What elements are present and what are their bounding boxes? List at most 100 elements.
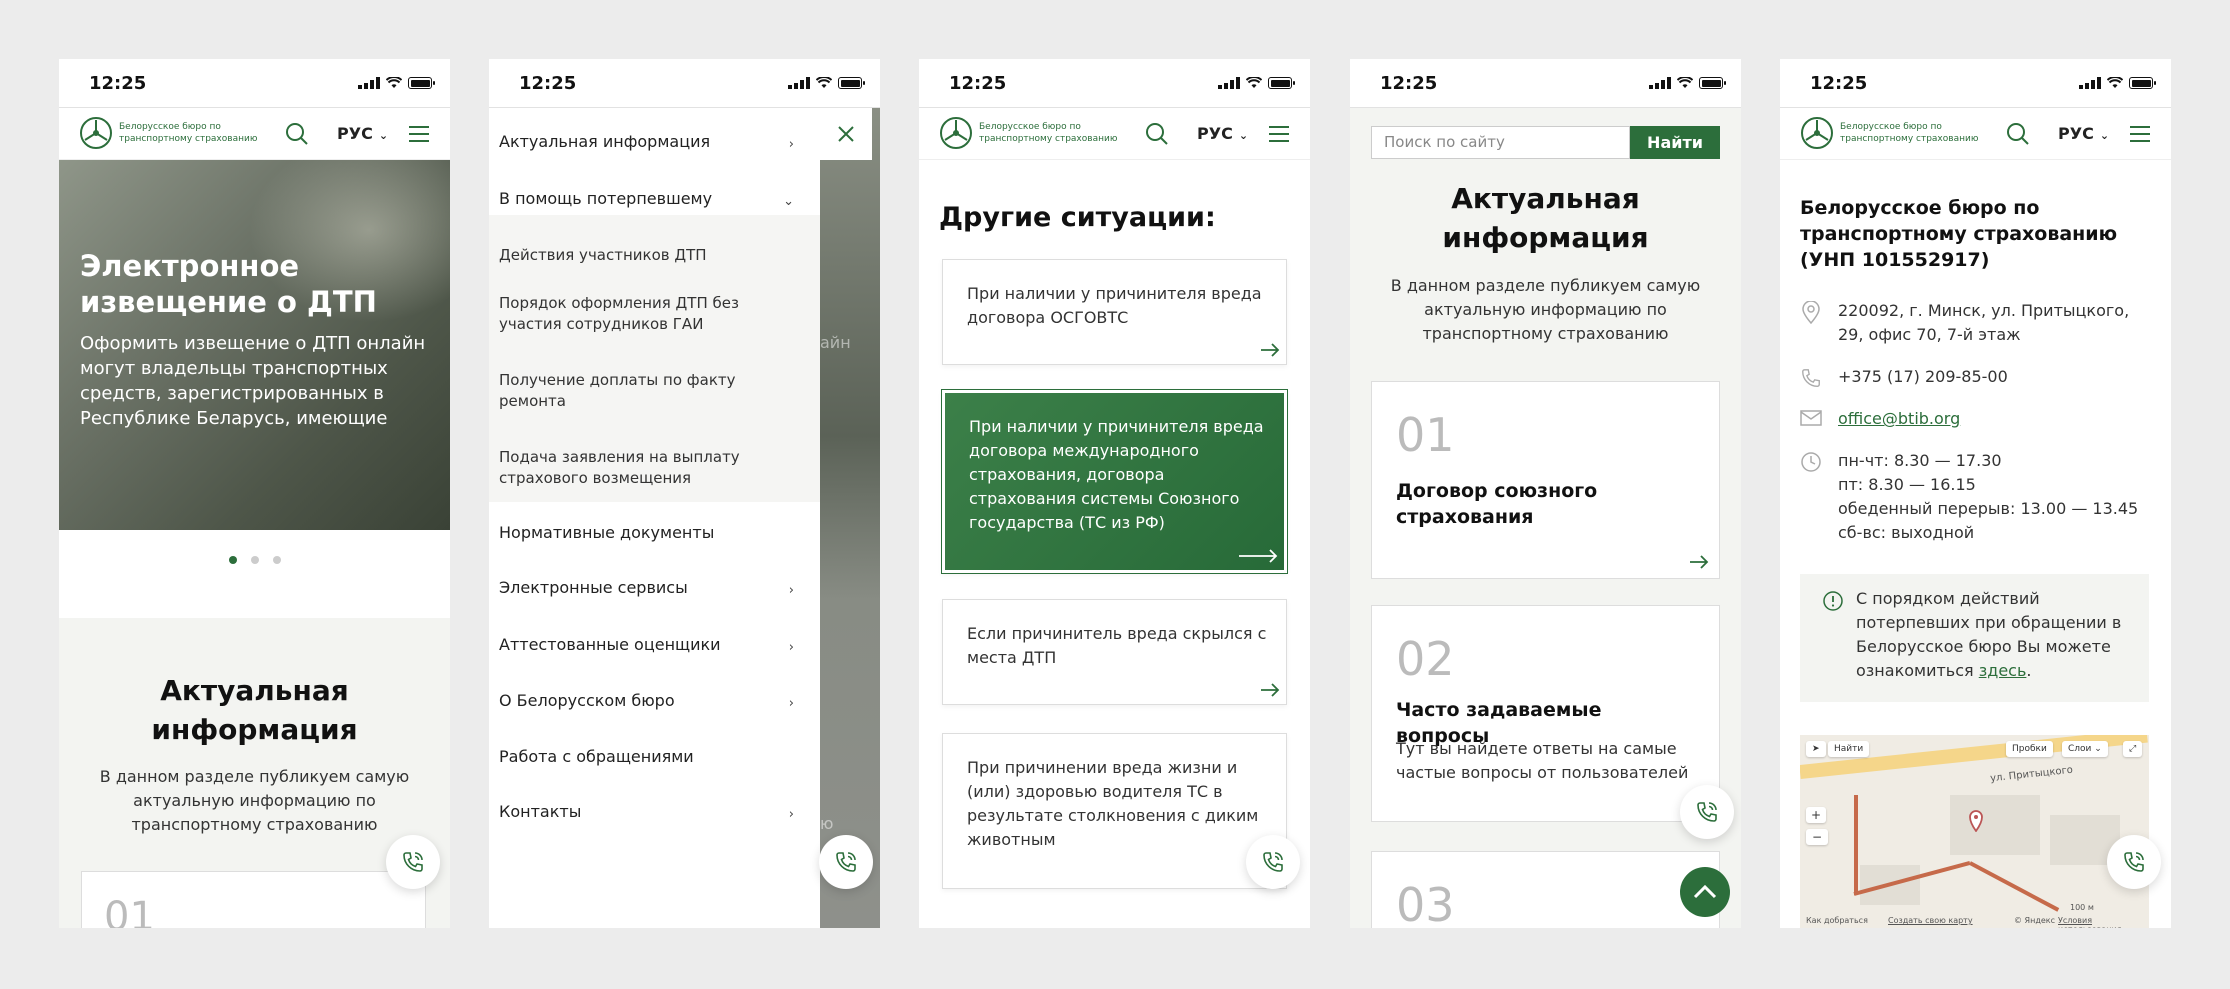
hours-line: сб-вс: выходной — [1838, 523, 1975, 542]
situation-card-text: При наличии у причинителя вреда договора… — [967, 284, 1262, 327]
info-card[interactable]: 03 — [1371, 851, 1720, 928]
call-button[interactable] — [2107, 835, 2161, 889]
language-switcher[interactable]: РУС ⌄ — [337, 124, 388, 143]
call-button[interactable] — [1680, 785, 1734, 839]
hours-line: обеденный перерыв: 13.00 — 13.45 — [1838, 499, 2139, 518]
menu-item-news[interactable]: Актуальная информация › — [489, 132, 820, 152]
situation-card[interactable]: Если причинитель вреда скрылся с места Д… — [942, 599, 1287, 705]
map-route-link[interactable]: Как добраться — [1806, 916, 1868, 925]
clock-icon — [1801, 452, 1821, 472]
language-switcher[interactable]: РУС ⌄ — [1197, 124, 1248, 143]
menu-item-label: Работа с обращениями — [499, 747, 694, 766]
hero-slide[interactable]: Электронное извещение о ДТП Оформить изв… — [59, 160, 450, 530]
map-widget[interactable]: ➤ Найти Пробки Слои ⌄ ⤢ + − ул. Притыцко… — [1800, 735, 2149, 928]
menu-item-about[interactable]: О Белорусском бюро › — [489, 691, 820, 711]
menu-item-documents[interactable]: Нормативные документы — [489, 523, 820, 543]
scroll-top-button[interactable] — [1680, 867, 1730, 917]
situation-card[interactable]: При наличии у причинителя вреда договора… — [942, 259, 1287, 365]
wifi-icon — [2107, 77, 2123, 89]
hamburger-menu-icon[interactable] — [409, 126, 429, 142]
search-icon[interactable] — [1145, 122, 1169, 146]
email-link[interactable]: office@btib.org — [1838, 409, 1960, 428]
site-logo[interactable]: Белорусское бюро по транспортному страхо… — [79, 116, 289, 150]
logo-text: Белорусское бюро по транспортному страхо… — [119, 122, 258, 144]
arrow-right-icon — [1690, 555, 1709, 569]
status-icons — [2079, 77, 2156, 89]
call-button[interactable] — [819, 835, 873, 889]
status-time: 12:25 — [1380, 73, 1438, 94]
situation-card-active[interactable]: При наличии у причинителя вреда договора… — [941, 389, 1288, 574]
menu-item-appeals[interactable]: Работа с обращениями — [489, 747, 820, 767]
hero-title: Электронное извещение о ДТП — [80, 249, 377, 319]
wifi-icon — [1246, 77, 1262, 89]
slider-dot-1[interactable] — [229, 556, 237, 564]
info-card[interactable]: 01 Договор союзного страхования — [1371, 381, 1720, 579]
menu-item-contacts[interactable]: Контакты › — [489, 802, 820, 822]
page-overlay[interactable]: айн ю — [820, 108, 880, 928]
status-icons — [1649, 77, 1726, 89]
menu-item-e-services[interactable]: Электронные сервисы › — [489, 578, 820, 598]
logo-wheel-icon — [940, 117, 972, 149]
wifi-icon — [816, 77, 832, 89]
map-layers-button[interactable]: Слои ⌄ — [2062, 741, 2108, 757]
hamburger-menu-icon[interactable] — [2130, 126, 2150, 142]
search-button[interactable]: Найти — [1630, 126, 1720, 159]
call-button[interactable] — [386, 835, 440, 889]
background-text: айн — [820, 333, 851, 352]
card-number: 03 — [1396, 878, 1455, 928]
signal-icon — [788, 77, 810, 89]
map-fullscreen-button[interactable]: ⤢ — [2123, 741, 2143, 757]
situation-card[interactable]: При причинении вреда жизни и (или) здоро… — [942, 733, 1287, 889]
menu-item-label: В помощь потерпевшему — [499, 189, 713, 208]
map-zoom-out-button[interactable]: − — [1806, 829, 1829, 845]
chevron-right-icon: › — [788, 640, 794, 655]
info-card[interactable]: 01 — [81, 871, 426, 928]
map-zoom-in-button[interactable]: + — [1806, 807, 1827, 823]
submenu-item-claim[interactable]: Подача заявления на выплату страхового в… — [489, 447, 769, 489]
submenu-item-repair-surcharge[interactable]: Получение доплаты по факту ремонта — [489, 370, 769, 412]
submenu-item-dtp-procedure[interactable]: Порядок оформления ДТП без участия сотру… — [489, 293, 769, 335]
language-switcher[interactable]: РУС ⌄ — [2058, 124, 2109, 143]
menu-item-appraisers[interactable]: Аттестованные оценщики › — [489, 635, 820, 655]
chevron-down-icon: ⌄ — [378, 129, 389, 142]
map-locate-button[interactable]: ➤ — [1806, 741, 1826, 757]
signal-icon — [358, 77, 380, 89]
call-button[interactable] — [1246, 835, 1300, 889]
search-icon[interactable] — [2006, 122, 2030, 146]
slider-dot-3[interactable] — [273, 556, 281, 564]
language-label: РУС — [1197, 124, 1233, 143]
situation-card-text: При наличии у причинителя вреда договора… — [969, 417, 1264, 532]
card-number: 01 — [104, 894, 155, 928]
search-input[interactable]: Поиск по сайту — [1371, 126, 1630, 159]
slider-dot-2[interactable] — [251, 556, 259, 564]
status-icons — [788, 77, 865, 89]
map-traffic-button[interactable]: Пробки — [2006, 741, 2053, 757]
info-card[interactable]: 02 Часто задаваемые вопросы Тут вы найде… — [1371, 605, 1720, 822]
map-find-button[interactable]: Найти — [1828, 741, 1870, 757]
situation-card-text: При причинении вреда жизни и (или) здоро… — [967, 758, 1259, 849]
phone-screen-contacts: 12:25 Белорусское бюро по транспортному … — [1780, 59, 2171, 928]
status-bar: 12:25 — [489, 59, 880, 108]
language-label: РУС — [2058, 124, 2094, 143]
map-terms-link[interactable]: Условия использования — [2058, 916, 2149, 928]
card-title: Договор союзного страхования — [1396, 480, 1598, 528]
map-route — [1969, 861, 2060, 912]
site-logo[interactable]: Белорусское бюро по транспортному страхо… — [1800, 116, 2010, 150]
notice-box: С порядком действий потерпевших при обра… — [1800, 574, 2149, 702]
phone-text[interactable]: +375 (17) 209-85-00 — [1838, 365, 2158, 389]
search-icon[interactable] — [285, 122, 309, 146]
menu-item-victim-help[interactable]: В помощь потерпевшему ⌄ — [489, 189, 820, 209]
map-create-link[interactable]: Создать свою карту — [1888, 916, 1973, 925]
chevron-down-icon: ⌄ — [1238, 129, 1249, 142]
section-description: В данном разделе публикуем самую актуаль… — [99, 767, 410, 834]
status-icons — [1218, 77, 1295, 89]
hours-line: пн-чт: 8.30 — 17.30 — [1838, 451, 2002, 470]
menu-item-label: Аттестованные оценщики — [499, 635, 721, 654]
close-menu-button[interactable] — [820, 108, 872, 160]
submenu-item-dtp-actions[interactable]: Действия участников ДТП — [489, 245, 769, 266]
site-logo[interactable]: Белорусское бюро по транспортному страхо… — [939, 116, 1149, 150]
phone-screen-situations: 12:25 Белорусское бюро по транспортному … — [919, 59, 1310, 928]
notice-link[interactable]: здесь — [1979, 661, 2027, 680]
hamburger-menu-icon[interactable] — [1269, 126, 1289, 142]
wifi-icon — [1677, 77, 1693, 89]
